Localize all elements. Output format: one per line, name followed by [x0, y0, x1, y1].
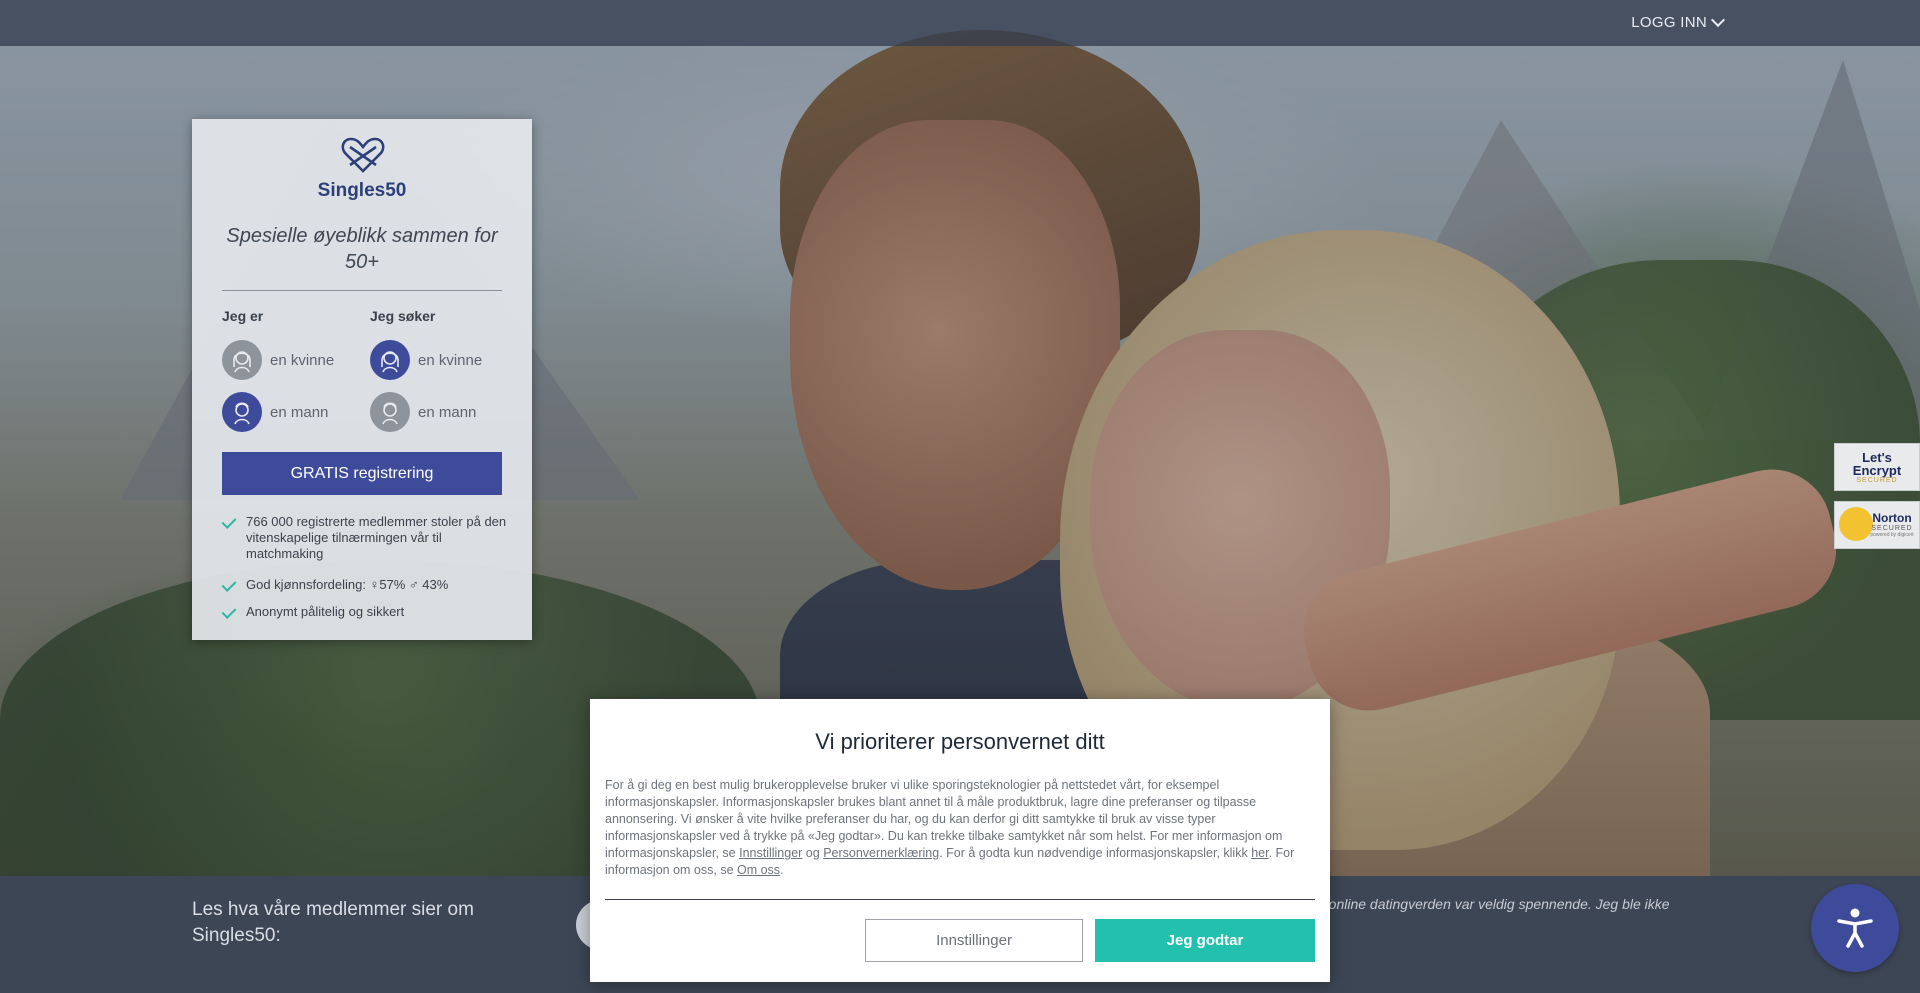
checkmark-icon: [221, 604, 237, 619]
top-navbar: LOGG INN: [0, 0, 1920, 46]
seeking-label: Jeg søker: [370, 308, 436, 324]
about-us-link[interactable]: Om oss: [737, 863, 780, 877]
chevron-down-icon: [1710, 12, 1726, 28]
feature-item: Anonymt pålitelig og sikkert: [221, 604, 507, 620]
registration-card: Singles50 Spesielle øyeblikk sammen for …: [192, 119, 532, 640]
cookie-dialog-title: Vi prioriterer personvernet ditt: [815, 729, 1105, 754]
seeking-man-option[interactable]: en mann: [370, 392, 476, 432]
cookie-text: og: [802, 846, 824, 860]
feature-item: 766 000 registrerte medlemmer stoler på …: [221, 514, 507, 562]
man-avatar-icon: [370, 392, 410, 432]
badge-text: powered by digicert: [1870, 532, 1914, 538]
i-am-woman-option[interactable]: en kvinne: [222, 340, 334, 380]
login-menu[interactable]: LOGG INN: [1631, 12, 1726, 31]
badge-text: Let's: [1862, 449, 1892, 465]
woman-avatar-icon: [370, 340, 410, 380]
accessibility-icon: [1837, 908, 1873, 948]
option-label: en mann: [418, 403, 477, 421]
cookie-consent-dialog: Vi prioriterer personvernet ditt For å g…: [590, 699, 1330, 982]
man-avatar-icon: [222, 392, 262, 432]
norton-badge: Norton SECURED powered by digicert: [1834, 501, 1920, 549]
accept-cookies-button[interactable]: Jeg godtar: [1095, 919, 1315, 962]
tagline: Spesielle øyeblikk sammen for 50+: [226, 225, 498, 273]
divider: [605, 899, 1315, 900]
testimonial-quote: tt i online datingverden var veldig spen…: [1310, 896, 1670, 912]
cookie-text: .: [780, 863, 784, 877]
cookie-dialog-text: For å gi deg en best mulig brukeroppleve…: [605, 777, 1320, 879]
feature-item: God kjønnsfordeling: ♀57% ♂ 43%: [221, 577, 507, 593]
checkmark-icon: [221, 577, 237, 592]
necessary-only-link[interactable]: her: [1251, 846, 1268, 860]
login-label: LOGG INN: [1631, 14, 1707, 31]
badge-text: Encrypt: [1852, 462, 1902, 478]
letsencrypt-badge: Let's Encrypt SECURED: [1834, 443, 1920, 491]
heart-infinity-logo: [341, 137, 385, 173]
badge-text: SECURED: [1871, 525, 1913, 532]
divider: [222, 290, 502, 291]
settings-link[interactable]: Innstillinger: [739, 846, 802, 860]
feature-text: 766 000 registrerte medlemmer stoler på …: [246, 514, 507, 561]
privacy-policy-link[interactable]: Personvernerklæring: [823, 846, 939, 860]
feature-text: Anonymt pålitelig og sikkert: [246, 604, 405, 619]
accessibility-button[interactable]: [1811, 884, 1899, 972]
badge-text: SECURED: [1856, 476, 1898, 484]
i-am-label: Jeg er: [222, 308, 264, 324]
option-label: en kvinne: [418, 351, 483, 369]
testimonials-lead: Les hva våre medlemmer sier om Singles50…: [192, 899, 474, 946]
brand-name: Singles50: [317, 180, 407, 201]
cookie-text: . For å godta kun nødvendige informasjon…: [939, 846, 1252, 860]
badge-text: Norton: [1872, 511, 1912, 525]
cookie-settings-button[interactable]: Innstillinger: [865, 919, 1083, 962]
i-am-man-option[interactable]: en mann: [222, 392, 328, 432]
woman-avatar-icon: [222, 340, 262, 380]
free-registration-button[interactable]: GRATIS registrering: [222, 452, 502, 495]
checkmark-icon: [221, 514, 237, 529]
seeking-woman-option[interactable]: en kvinne: [370, 340, 482, 380]
option-label: en kvinne: [270, 351, 335, 369]
option-label: en mann: [270, 403, 329, 421]
feature-text: God kjønnsfordeling: ♀57% ♂ 43%: [246, 577, 449, 592]
norton-check-icon: [1839, 507, 1873, 541]
